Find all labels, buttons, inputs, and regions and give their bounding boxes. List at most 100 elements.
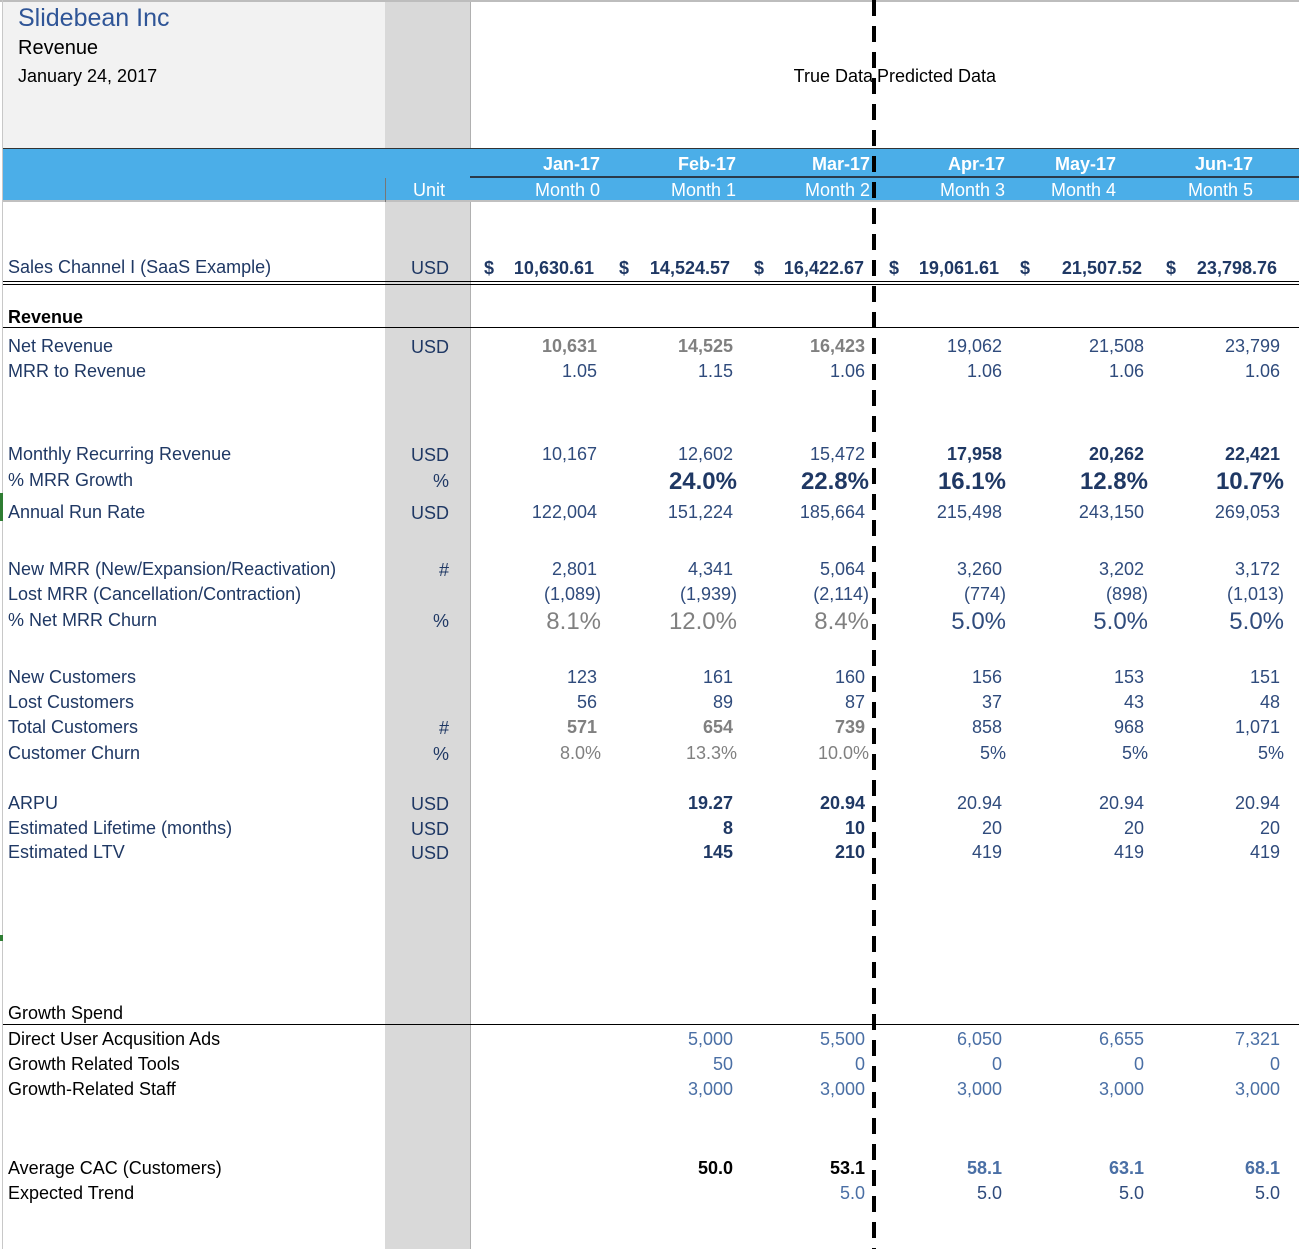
- row-value[interactable]: 3,000: [1014, 1079, 1144, 1100]
- row-value[interactable]: (1,939): [607, 584, 737, 605]
- row-value[interactable]: 161: [603, 667, 733, 688]
- row-value[interactable]: 1.06: [872, 361, 1002, 382]
- row-value[interactable]: 15,472: [735, 444, 865, 465]
- row-value[interactable]: 53.1: [735, 1158, 865, 1179]
- row-value[interactable]: 0: [872, 1054, 1002, 1075]
- row-value[interactable]: 10,631: [467, 336, 597, 357]
- row-value[interactable]: 37: [872, 692, 1002, 713]
- row-value[interactable]: 20.94: [872, 793, 1002, 814]
- row-label[interactable]: Estimated Lifetime (months): [8, 818, 232, 839]
- row-label[interactable]: Annual Run Rate: [8, 502, 145, 523]
- row-value[interactable]: 968: [1014, 717, 1144, 738]
- row-value[interactable]: 50: [603, 1054, 733, 1075]
- row-value[interactable]: 10.0%: [739, 743, 869, 764]
- row-value[interactable]: 10.7%: [1154, 468, 1284, 496]
- row-value[interactable]: 20.94: [1014, 793, 1144, 814]
- row-value[interactable]: 13.3%: [607, 743, 737, 764]
- row-value[interactable]: 419: [1150, 842, 1280, 863]
- row-value[interactable]: 20.94: [1150, 793, 1280, 814]
- row-value[interactable]: 1.06: [735, 361, 865, 382]
- row-value[interactable]: 16,423: [735, 336, 865, 357]
- row-value[interactable]: 24.0%: [607, 468, 737, 496]
- row-label[interactable]: Estimated LTV: [8, 842, 125, 863]
- row-value[interactable]: 1.06: [1150, 361, 1280, 382]
- row-value[interactable]: 6,050: [872, 1029, 1002, 1050]
- row-label[interactable]: Growth-Related Staff: [8, 1079, 176, 1100]
- row-value[interactable]: 8.1%: [471, 608, 601, 636]
- row-value[interactable]: 3,000: [1150, 1079, 1280, 1100]
- row-value[interactable]: 8: [603, 818, 733, 839]
- row-value[interactable]: 48: [1150, 692, 1280, 713]
- row-value[interactable]: 123: [467, 667, 597, 688]
- row-value[interactable]: 215,498: [872, 502, 1002, 523]
- row-value[interactable]: 0: [1014, 1054, 1144, 1075]
- sales-channel-value[interactable]: 21,507.52: [1012, 258, 1142, 279]
- row-value[interactable]: 1,071: [1150, 717, 1280, 738]
- row-value[interactable]: 19,062: [872, 336, 1002, 357]
- row-value[interactable]: 5.0: [872, 1183, 1002, 1204]
- row-value[interactable]: 8.4%: [739, 608, 869, 636]
- row-value[interactable]: 20: [872, 818, 1002, 839]
- row-value[interactable]: 87: [735, 692, 865, 713]
- row-label[interactable]: Total Customers: [8, 717, 138, 738]
- row-value[interactable]: 5%: [1154, 743, 1284, 764]
- row-value[interactable]: 151,224: [603, 502, 733, 523]
- row-value[interactable]: (774): [876, 584, 1006, 605]
- row-label[interactable]: Customer Churn: [8, 743, 140, 764]
- sales-channel-label[interactable]: Sales Channel I (SaaS Example): [8, 257, 271, 278]
- row-value[interactable]: 4,341: [603, 559, 733, 580]
- row-value[interactable]: 1.05: [467, 361, 597, 382]
- row-value[interactable]: 739: [735, 717, 865, 738]
- row-value[interactable]: 151: [1150, 667, 1280, 688]
- row-value[interactable]: 571: [467, 717, 597, 738]
- row-value[interactable]: 243,150: [1014, 502, 1144, 523]
- row-value[interactable]: 0: [735, 1054, 865, 1075]
- row-value[interactable]: 858: [872, 717, 1002, 738]
- row-value[interactable]: 5%: [876, 743, 1006, 764]
- row-value[interactable]: 5.0%: [876, 608, 1006, 636]
- row-value[interactable]: 145: [603, 842, 733, 863]
- row-value[interactable]: 1.15: [603, 361, 733, 382]
- row-value[interactable]: 156: [872, 667, 1002, 688]
- sales-channel-value[interactable]: 19,061.61: [869, 258, 999, 279]
- row-value[interactable]: 185,664: [735, 502, 865, 523]
- row-value[interactable]: 43: [1014, 692, 1144, 713]
- row-value[interactable]: 8.0%: [471, 743, 601, 764]
- row-value[interactable]: 3,000: [735, 1079, 865, 1100]
- row-value[interactable]: 160: [735, 667, 865, 688]
- row-value[interactable]: 5.0%: [1154, 608, 1284, 636]
- row-value[interactable]: 419: [1014, 842, 1144, 863]
- row-value[interactable]: 50.0: [603, 1158, 733, 1179]
- row-value[interactable]: 3,172: [1150, 559, 1280, 580]
- sales-channel-value[interactable]: 23,798.76: [1147, 258, 1277, 279]
- row-value[interactable]: 5,000: [603, 1029, 733, 1050]
- row-label[interactable]: Average CAC (Customers): [8, 1158, 222, 1179]
- row-label[interactable]: Expected Trend: [8, 1183, 134, 1204]
- row-value[interactable]: 7,321: [1150, 1029, 1280, 1050]
- row-value[interactable]: 3,000: [603, 1079, 733, 1100]
- column-header-month[interactable]: Mar-17: [750, 154, 870, 175]
- row-label[interactable]: % MRR Growth: [8, 470, 133, 491]
- row-value[interactable]: (1,013): [1154, 584, 1284, 605]
- row-value[interactable]: 122,004: [467, 502, 597, 523]
- row-value[interactable]: 5,500: [735, 1029, 865, 1050]
- row-value[interactable]: 21,508: [1014, 336, 1144, 357]
- column-header-month[interactable]: Jan-17: [480, 154, 600, 175]
- row-value[interactable]: 20,262: [1014, 444, 1144, 465]
- row-value[interactable]: 14,525: [603, 336, 733, 357]
- row-value[interactable]: 17,958: [872, 444, 1002, 465]
- row-value[interactable]: 20.94: [735, 793, 865, 814]
- row-value[interactable]: 20: [1150, 818, 1280, 839]
- row-value[interactable]: 12.0%: [607, 608, 737, 636]
- row-label[interactable]: MRR to Revenue: [8, 361, 146, 382]
- row-value[interactable]: 23,799: [1150, 336, 1280, 357]
- row-value[interactable]: 12,602: [603, 444, 733, 465]
- sales-channel-value[interactable]: 16,422.67: [734, 258, 864, 279]
- row-value[interactable]: 654: [603, 717, 733, 738]
- row-value[interactable]: 12.8%: [1018, 468, 1148, 496]
- row-value[interactable]: 89: [603, 692, 733, 713]
- row-value[interactable]: (1,089): [471, 584, 601, 605]
- row-value[interactable]: 5%: [1018, 743, 1148, 764]
- column-header-month[interactable]: Feb-17: [616, 154, 736, 175]
- row-value[interactable]: 58.1: [872, 1158, 1002, 1179]
